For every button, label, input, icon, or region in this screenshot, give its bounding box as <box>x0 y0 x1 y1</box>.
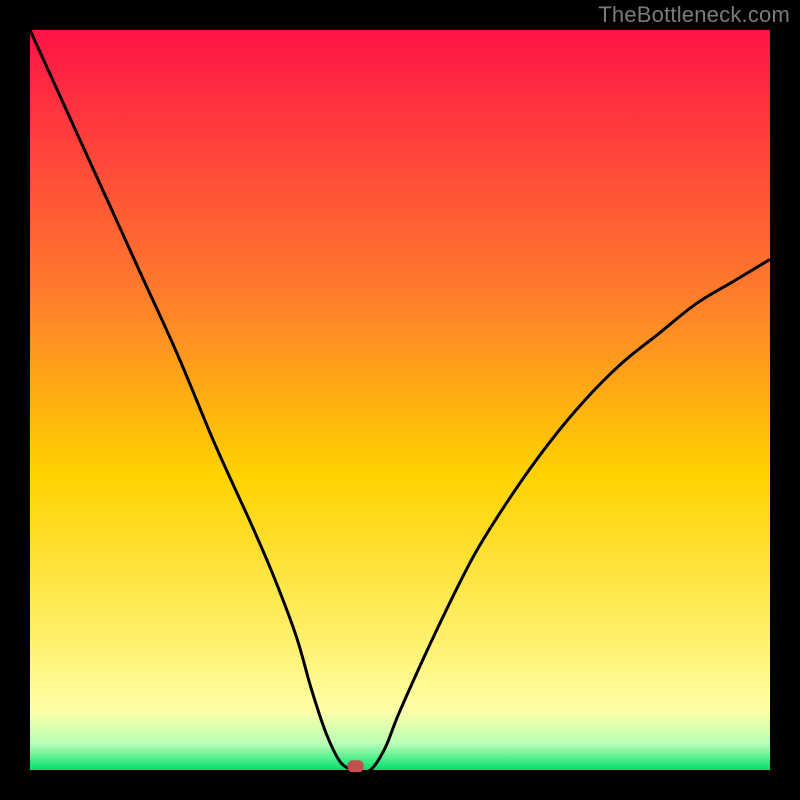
watermark-label: TheBottleneck.com <box>598 2 790 28</box>
bottleneck-chart <box>0 0 800 800</box>
optimum-marker <box>348 760 364 772</box>
chart-container: TheBottleneck.com <box>0 0 800 800</box>
plot-background <box>30 30 770 770</box>
